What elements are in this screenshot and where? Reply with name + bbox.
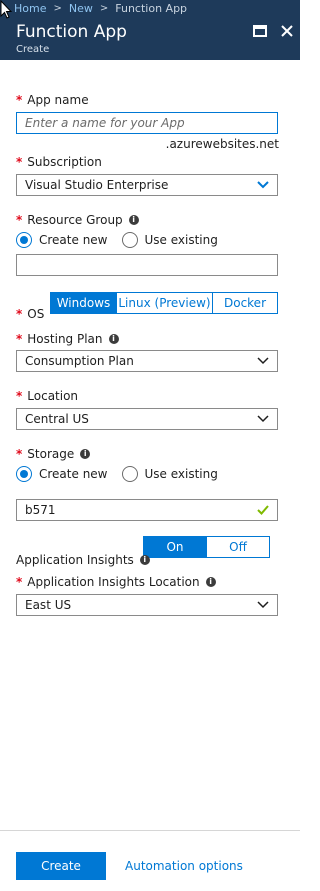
resource-group-create-new[interactable]: Create new xyxy=(16,232,108,248)
app-insights-label: Application Insights i xyxy=(16,553,150,567)
blade-header: Home > New > Function App Function App C… xyxy=(0,0,300,60)
app-insights-off[interactable]: Off xyxy=(207,537,269,557)
resource-group-input[interactable] xyxy=(16,254,278,276)
hosting-plan-select[interactable]: Consumption Plan xyxy=(16,350,278,372)
storage-radio-group: Create new Use existing xyxy=(16,466,232,482)
radio-selected[interactable] xyxy=(16,466,32,482)
location-label: * Location xyxy=(16,389,79,403)
footer-divider xyxy=(0,830,300,831)
breadcrumb-new[interactable]: New xyxy=(69,2,93,15)
chevron-down-icon xyxy=(257,357,269,365)
resource-group-use-existing[interactable]: Use existing xyxy=(121,232,218,248)
app-insights-toggle: On Off xyxy=(143,536,270,558)
info-icon[interactable]: i xyxy=(80,449,91,459)
hosting-plan-value: Consumption Plan xyxy=(25,354,134,368)
radio-unselected[interactable] xyxy=(121,466,138,482)
breadcrumb-current: Function App xyxy=(115,1,188,15)
chevron-down-icon xyxy=(257,181,269,189)
app-insights-location-select[interactable]: East US xyxy=(16,594,278,616)
location-select[interactable]: Central US xyxy=(16,408,278,430)
breadcrumb-separator: > xyxy=(99,2,109,14)
hosting-plan-label: * Hosting Plan i xyxy=(16,332,119,346)
resource-group-radio-group: Create new Use existing xyxy=(16,232,232,248)
create-button[interactable]: Create xyxy=(16,852,106,880)
radio-selected[interactable] xyxy=(16,232,32,248)
storage-create-new[interactable]: Create new xyxy=(16,466,108,482)
subscription-label: * Subscription xyxy=(16,155,102,169)
close-icon xyxy=(281,25,293,37)
app-insights-location-value: East US xyxy=(25,598,72,612)
cursor-icon xyxy=(0,0,12,19)
checkmark-icon xyxy=(257,505,269,515)
os-option-linux[interactable]: Linux (Preview) xyxy=(117,293,213,313)
maximize-icon xyxy=(253,25,267,37)
breadcrumb-separator: > xyxy=(53,2,62,14)
os-label: * OS xyxy=(16,307,45,321)
storage-value: b571 xyxy=(25,503,56,517)
chevron-down-icon xyxy=(257,415,269,423)
storage-use-existing[interactable]: Use existing xyxy=(121,466,218,482)
app-name-placeholder: Enter a name for your App xyxy=(25,116,185,130)
app-insights-on[interactable]: On xyxy=(144,537,207,557)
maximize-button[interactable] xyxy=(249,20,271,42)
resource-group-label: * Resource Group i xyxy=(16,213,139,227)
storage-input[interactable]: b571 xyxy=(16,499,278,521)
page-title: Function App xyxy=(16,22,127,42)
app-name-input[interactable]: Enter a name for your App xyxy=(16,112,278,134)
info-icon[interactable]: i xyxy=(108,334,119,344)
radio-unselected[interactable] xyxy=(121,232,138,248)
storage-label: * Storage i xyxy=(16,447,91,461)
domain-suffix: .azurewebsites.net xyxy=(165,137,279,151)
close-button[interactable] xyxy=(276,20,298,42)
info-icon[interactable]: i xyxy=(128,215,139,225)
subscription-value: Visual Studio Enterprise xyxy=(25,178,169,192)
automation-options-link[interactable]: Automation options xyxy=(125,859,243,873)
page-subtitle: Create xyxy=(16,44,50,55)
info-icon[interactable]: i xyxy=(205,577,216,587)
chevron-down-icon xyxy=(257,601,269,609)
os-option-windows[interactable]: Windows xyxy=(51,293,117,313)
location-value: Central US xyxy=(25,412,89,426)
os-toggle: Windows Linux (Preview) Docker xyxy=(50,292,278,314)
app-name-label: * App name xyxy=(16,93,89,107)
info-icon[interactable]: i xyxy=(139,555,150,565)
app-insights-location-label: * Application Insights Location i xyxy=(16,575,216,589)
subscription-select[interactable]: Visual Studio Enterprise xyxy=(16,174,278,196)
os-option-docker[interactable]: Docker xyxy=(213,293,277,313)
breadcrumb: Home > New > Function App xyxy=(14,0,187,16)
breadcrumb-home[interactable]: Home xyxy=(14,2,46,15)
